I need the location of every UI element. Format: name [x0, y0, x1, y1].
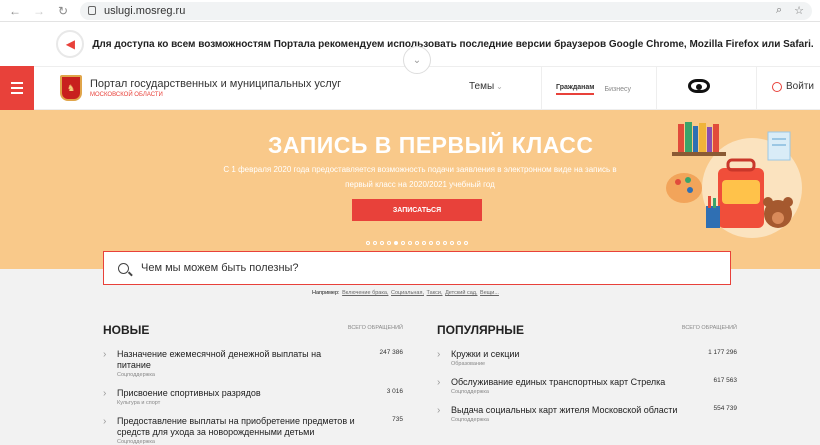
carousel-dot[interactable]	[373, 241, 377, 245]
example-link[interactable]: Социальная,	[391, 290, 424, 296]
tab-business[interactable]: Бизнесу	[604, 86, 630, 93]
audience-switch: Гражданам Бизнесу	[541, 67, 657, 111]
request-count: 617 563	[713, 377, 738, 384]
topics-dropdown[interactable]: Темы ⌄	[469, 81, 503, 92]
back-button[interactable]: ←	[8, 4, 22, 18]
topics-label: Темы	[469, 81, 495, 92]
service-category: Образование	[451, 361, 486, 367]
browser-toolbar: ← → ↻ uslugi.mosreg.ru ⌕ ☆	[0, 0, 820, 22]
carousel-dot[interactable]	[387, 241, 391, 245]
collapse-notice-button[interactable]: ⌄	[403, 46, 431, 74]
popular-services-title: ПОПУЛЯРНЫЕ	[437, 323, 525, 337]
carousel-dot[interactable]	[443, 241, 447, 245]
list-item[interactable]: › Предоставление выплаты на приобретение…	[103, 416, 403, 445]
example-link[interactable]: Детский сад,	[445, 290, 477, 296]
service-name: Предоставление выплаты на приобретение п…	[117, 416, 355, 437]
list-item[interactable]: › Присвоение спортивных разрядов Культур…	[103, 388, 403, 406]
menu-button[interactable]	[0, 66, 34, 110]
search-examples: Например: Включение брака, Социальная, Т…	[312, 290, 499, 296]
chevron-right-icon: ›	[437, 377, 441, 388]
portal-title: Портал государственных и муниципальных у…	[90, 78, 342, 90]
service-category: Культура и спорт	[117, 400, 161, 406]
chevron-right-icon: ›	[103, 416, 107, 427]
service-name: Назначение ежемесячной денежной выплаты …	[117, 349, 322, 370]
star-icon[interactable]: ☆	[794, 4, 804, 17]
chevron-right-icon: ›	[437, 349, 441, 360]
carousel-dot[interactable]	[408, 241, 412, 245]
notice-text: Для доступа ко всем возможностям Портала…	[92, 38, 814, 50]
carousel-dot[interactable]	[394, 241, 398, 245]
carousel-dot[interactable]	[366, 241, 370, 245]
total-requests-label: ВСЕГО ОБРАЩЕНИЙ	[681, 325, 737, 331]
chevron-right-icon: ›	[103, 388, 107, 399]
forward-button[interactable]: →	[32, 4, 46, 18]
chevron-right-icon: ›	[437, 405, 441, 416]
examples-label: Например:	[312, 290, 340, 296]
login-label: Войти	[786, 81, 814, 92]
search-icon	[118, 262, 129, 274]
list-item[interactable]: › Обслуживание единых транспортных карт …	[437, 377, 737, 395]
service-category: Соцподдержка	[451, 417, 489, 423]
service-name: Выдача социальных карт жителя Московской…	[451, 405, 678, 415]
service-name: Кружки и секции	[451, 349, 520, 359]
login-button[interactable]: Войти	[772, 81, 814, 92]
request-count: 3 016	[386, 388, 403, 395]
carousel-dots	[366, 241, 468, 245]
new-services-title: НОВЫЕ	[103, 323, 150, 337]
carousel-dot[interactable]	[429, 241, 433, 245]
carousel-dot[interactable]	[380, 241, 384, 245]
coat-of-arms-logo[interactable]: ♞	[60, 75, 82, 101]
user-icon	[772, 81, 782, 92]
carousel-dot[interactable]	[401, 241, 405, 245]
carousel-dot[interactable]	[457, 241, 461, 245]
carousel-dot[interactable]	[422, 241, 426, 245]
popular-services: ПОПУЛЯРНЫЕ ВСЕГО ОБРАЩЕНИЙ › Кружки и се…	[437, 321, 737, 423]
new-services: НОВЫЕ ВСЕГО ОБРАЩЕНИЙ › Назначение ежеме…	[103, 321, 403, 445]
browser-notice: ◀ Для доступа ко всем возможностям Порта…	[0, 22, 820, 74]
service-category: Соцподдержка	[117, 439, 155, 445]
chevron-right-icon: ›	[103, 349, 107, 360]
lock-icon	[88, 6, 96, 15]
carousel-dot[interactable]	[464, 241, 468, 245]
carousel-dot[interactable]	[415, 241, 419, 245]
tab-citizens[interactable]: Гражданам	[556, 84, 595, 95]
total-requests-label: ВСЕГО ОБРАЩЕНИЙ	[347, 325, 403, 331]
list-item[interactable]: › Назначение ежемесячной денежной выплат…	[103, 349, 403, 378]
hero-subtitle: С 1 февраля 2020 года предоставляется во…	[223, 165, 617, 189]
example-link[interactable]: Вещи...	[480, 290, 499, 296]
example-link[interactable]: Включение брака,	[342, 290, 388, 296]
request-count: 1 177 296	[708, 349, 737, 356]
hero-title: ЗАПИСЬ В ПЕРВЫЙ КЛАСС	[268, 132, 594, 158]
search-placeholder: Чем мы можем быть полезны?	[141, 262, 299, 274]
request-count: 247 386	[379, 349, 404, 356]
reload-button[interactable]: ↻	[56, 4, 70, 18]
carousel-dot[interactable]	[450, 241, 454, 245]
enroll-button[interactable]: ЗАПИСАТЬСЯ	[352, 199, 482, 221]
request-count: 554 739	[713, 405, 738, 412]
school-supplies-illustration	[666, 122, 802, 238]
service-category: Соцподдержка	[117, 372, 155, 378]
portal-region: МОСКОВСКОЙ ОБЛАСТИ	[90, 92, 163, 98]
request-count: 735	[392, 416, 403, 423]
service-category: Соцподдержка	[451, 389, 489, 395]
megaphone-icon: ◀	[56, 30, 85, 58]
search-icon[interactable]: ⌕	[776, 4, 782, 17]
chevron-down-icon: ⌄	[496, 82, 503, 91]
hero-banner: ЗАПИСЬ В ПЕРВЫЙ КЛАСС С 1 февраля 2020 г…	[0, 110, 820, 269]
carousel-dot[interactable]	[436, 241, 440, 245]
eye-icon[interactable]	[688, 79, 710, 93]
address-bar[interactable]: uslugi.mosreg.ru ⌕ ☆	[80, 1, 812, 20]
service-name: Присвоение спортивных разрядов	[117, 388, 261, 398]
portal-brand[interactable]: Портал государственных и муниципальных у…	[90, 78, 341, 98]
example-link[interactable]: Такси,	[427, 290, 443, 296]
list-item[interactable]: › Кружки и секции Образование 1 177 296	[437, 349, 737, 367]
list-item[interactable]: › Выдача социальных карт жителя Московск…	[437, 405, 737, 423]
search-input[interactable]: Чем мы можем быть полезны?	[103, 251, 731, 285]
service-name: Обслуживание единых транспортных карт Ст…	[451, 377, 666, 387]
url-text: uslugi.mosreg.ru	[104, 4, 186, 17]
